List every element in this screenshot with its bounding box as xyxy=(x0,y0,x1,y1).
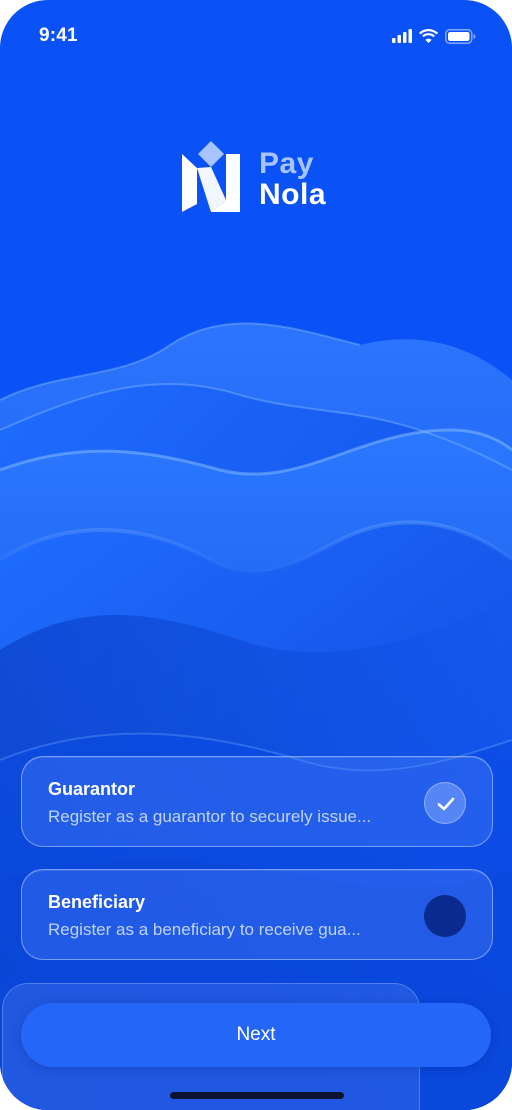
check-icon xyxy=(437,797,455,811)
status-icons xyxy=(392,27,476,45)
role-option-guarantor[interactable]: Guarantor Register as a guarantor to sec… xyxy=(21,756,493,847)
next-button[interactable]: Next xyxy=(21,1003,491,1067)
paynola-logo-icon xyxy=(182,141,240,212)
role-title: Guarantor xyxy=(48,779,136,799)
wifi-icon xyxy=(419,29,438,43)
radio-unselected[interactable] xyxy=(424,895,466,937)
battery-icon xyxy=(445,28,476,44)
status-time: 9:41 xyxy=(39,25,78,46)
radio-selected[interactable] xyxy=(424,782,466,824)
signal-icon xyxy=(392,29,412,43)
role-title: Beneficiary xyxy=(48,892,146,912)
status-bar: 9:41 xyxy=(0,0,512,74)
brand-name-line2: Nola xyxy=(259,178,327,211)
brand-name-line1: Pay xyxy=(259,147,314,180)
role-description: Register as a guarantor to securely issu… xyxy=(48,807,372,826)
brand-wordmark: Pay Nola xyxy=(259,148,326,210)
role-option-beneficiary[interactable]: Beneficiary Register as a beneficiary to… xyxy=(21,869,493,960)
brand-logo: Pay Nola xyxy=(180,140,340,216)
home-indicator[interactable] xyxy=(170,1092,344,1099)
phone-screen: 9:41 Pay Nola Guarantor Register as a gu… xyxy=(0,0,512,1110)
role-description: Register as a beneficiary to receive gua… xyxy=(48,920,361,939)
